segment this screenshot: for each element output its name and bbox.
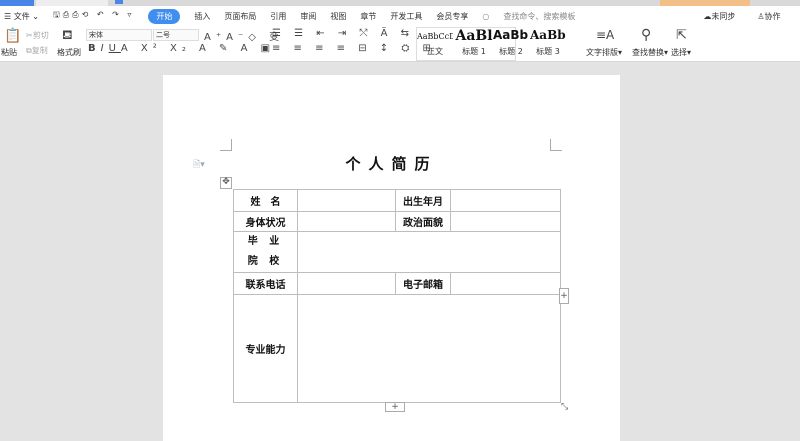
table-move-icon[interactable]: ✥ (220, 177, 232, 189)
value-cell[interactable] (297, 211, 396, 232)
tab-member[interactable]: 会员专享 (436, 11, 468, 22)
label-cell: 电子邮箱 (395, 272, 451, 295)
label-cell: 专业能力 (233, 294, 298, 403)
menu-bar: ☰ 文件 ⌄ 🖫⎙⎙⟲ ↶ ↷ ▿ 开始 插入 页面布局 引用 审阅 视图 章节… (0, 6, 800, 26)
add-column-button[interactable]: + (559, 288, 569, 304)
resume-table: 姓 名 出生年月 身体状况 政治面貌 毕 业 院 校 联系电话 电子邮箱 专业能力 (233, 189, 561, 403)
select-button[interactable]: 选择▾ (671, 47, 691, 58)
margin-mark (220, 139, 232, 151)
label-cell: 出生年月 (395, 189, 451, 212)
copy-button[interactable]: ⧉复制 (26, 45, 48, 56)
value-cell[interactable] (297, 189, 396, 212)
tab-section[interactable]: 章节 (360, 11, 376, 22)
resize-table-icon[interactable]: ⤡ (561, 402, 568, 412)
style-heading-1[interactable]: AaBl 标题 1 (455, 28, 493, 57)
paste-button[interactable]: 粘贴 (1, 47, 17, 58)
add-row-button[interactable]: + (385, 402, 405, 412)
value-cell[interactable] (297, 231, 561, 273)
value-cell[interactable] (450, 189, 561, 212)
tab-home[interactable]: 开始 (148, 8, 181, 24)
collab-button[interactable]: ♙协作 (757, 11, 794, 22)
value-cell[interactable] (297, 294, 561, 403)
font-select[interactable]: 宋体 (86, 29, 152, 41)
label-cell: 联系电话 (233, 272, 298, 295)
style-heading-2[interactable]: AaBb(标题 2 (493, 28, 529, 57)
label-cell: 姓 名 (233, 189, 298, 212)
label-cell: 政治面貌 (395, 211, 451, 232)
tab-insert[interactable]: 插入 (194, 11, 210, 22)
tab-layout[interactable]: 页面布局 (224, 11, 256, 22)
label-cell: 身体状况 (233, 211, 298, 232)
quick-access-icons[interactable]: 🖫⎙⎙⟲ ↶ ↷ ▿ (53, 9, 134, 23)
style-heading-3[interactable]: AaBbC标题 3 (530, 28, 566, 57)
text-layout-icon[interactable]: ≡A (596, 28, 614, 42)
paragraph-buttons[interactable]: ☰ ☰ ⇤ ⇥ ⤲ Ä ⇆ (272, 28, 414, 39)
margin-mark (550, 139, 562, 151)
value-cell[interactable] (450, 272, 561, 295)
style-normal[interactable]: AaBbCcDd正文 (417, 28, 453, 57)
tab-references[interactable]: 引用 (270, 11, 286, 22)
find-icon[interactable]: ⚲ (641, 27, 651, 43)
paste-icon[interactable]: 📋 (4, 28, 21, 44)
cut-button[interactable]: ✂剪切 (26, 30, 49, 41)
file-menu[interactable]: ☰ 文件 ⌄ (4, 11, 39, 22)
font-format-buttons[interactable]: BIUA X² X₂ A ✎ A ▣ (88, 43, 275, 54)
font-size-select[interactable]: 二号 (153, 29, 199, 41)
value-cell[interactable] (450, 211, 561, 232)
cursor-icon[interactable]: ⇱ (676, 28, 687, 43)
find-replace-button[interactable]: 查找替换▾ (632, 47, 668, 58)
format-painter-icon[interactable]: ⛾ (62, 28, 73, 45)
tab-review[interactable]: 审阅 (300, 11, 316, 22)
search-icon: ○ (482, 11, 490, 21)
sync-status[interactable]: ☁未同步 (703, 11, 749, 22)
tab-developer[interactable]: 开发工具 (390, 11, 422, 22)
align-buttons[interactable]: ≡ ≡ ≡ ≡ ⊟ ↕ ⛭ ⊞ (272, 43, 436, 54)
document-page[interactable]: 🗎▾ 个人简历 ✥ 姓 名出生年月 身体状况 政治面貌 毕 业 院 校 联系电话电… (163, 75, 620, 441)
label-cell: 毕 业 院 校 (233, 231, 298, 273)
format-painter-button[interactable]: 格式刷 (57, 47, 81, 58)
page-title: 个人简历 (345, 155, 438, 173)
ribbon: 📋 粘贴 ✂剪切 ⧉复制 ⛾ 格式刷 宋体 二号 BIUA X² X₂ A ✎ … (0, 26, 800, 62)
value-cell[interactable] (297, 272, 396, 295)
tab-view[interactable]: 视图 (330, 11, 346, 22)
text-layout-button[interactable]: 文字排版▾ (586, 47, 622, 58)
command-search[interactable]: ○ 查找命令、搜索模板 (482, 11, 589, 22)
